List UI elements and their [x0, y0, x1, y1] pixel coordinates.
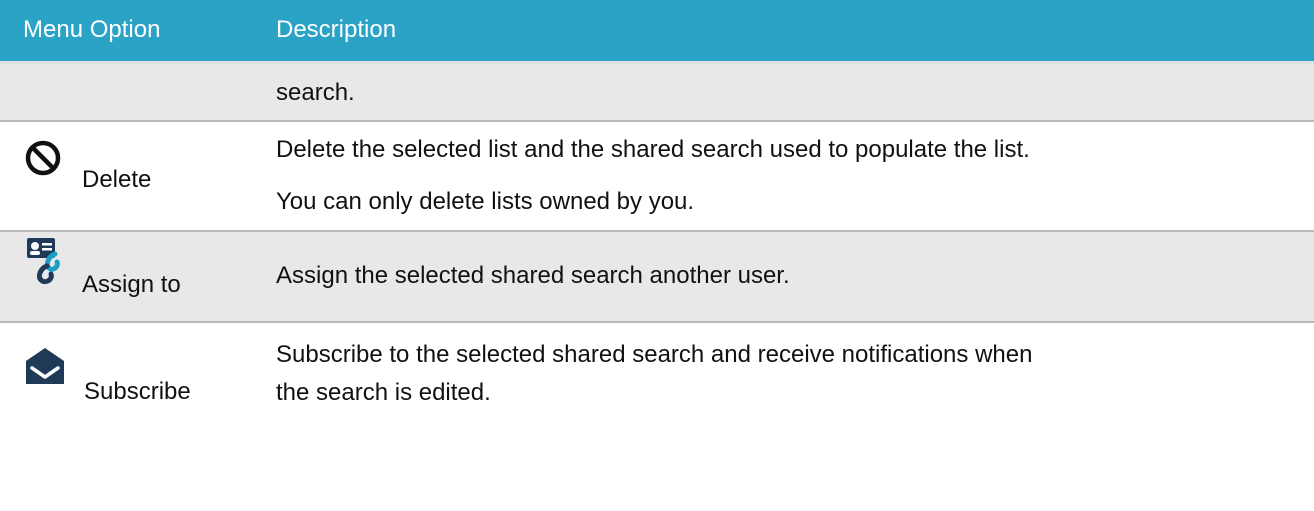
assign-user-icon — [27, 238, 60, 285]
table-row-subscribe: Subscribe Subscribe to the selected shar… — [0, 322, 1314, 418]
description-cell: search. — [253, 62, 1314, 121]
option-label-assign: Assign to — [82, 271, 181, 298]
description-text: the search is edited. — [276, 379, 491, 406]
table-row-assign: Assign to Assign the selected shared sea… — [0, 231, 1314, 322]
description-cell-assign: Assign the selected shared search anothe… — [253, 231, 1314, 322]
description-text: Subscribe to the selected shared search … — [276, 341, 1033, 368]
menu-options-table: Menu Option Description search. Delete D… — [0, 0, 1314, 418]
description-cell-delete: Delete the selected list and the shared … — [253, 121, 1314, 231]
option-label-delete: Delete — [82, 166, 152, 193]
description-text: search. — [276, 78, 355, 106]
option-cell-subscribe: Subscribe — [0, 322, 253, 418]
table-row-delete: Delete Delete the selected list and the … — [0, 121, 1314, 231]
description-text: You can only delete lists owned by you. — [276, 188, 695, 215]
description-text: Assign the selected shared search anothe… — [276, 262, 790, 289]
header-description: Description — [276, 16, 397, 44]
header-menu-option: Menu Option — [23, 16, 161, 44]
description-text: Delete the selected list and the shared … — [276, 136, 1030, 163]
option-label-subscribe: Subscribe — [84, 378, 191, 405]
option-cell-delete: Delete — [0, 121, 253, 231]
table-row: search. — [0, 62, 1314, 121]
option-cell — [0, 62, 253, 121]
subscribe-envelope-icon — [26, 348, 64, 384]
prohibited-icon — [25, 140, 61, 176]
table-header-row: Menu Option Description — [0, 0, 1314, 62]
description-cell-subscribe: Subscribe to the selected shared search … — [253, 322, 1314, 418]
option-cell-assign: Assign to — [0, 231, 253, 322]
